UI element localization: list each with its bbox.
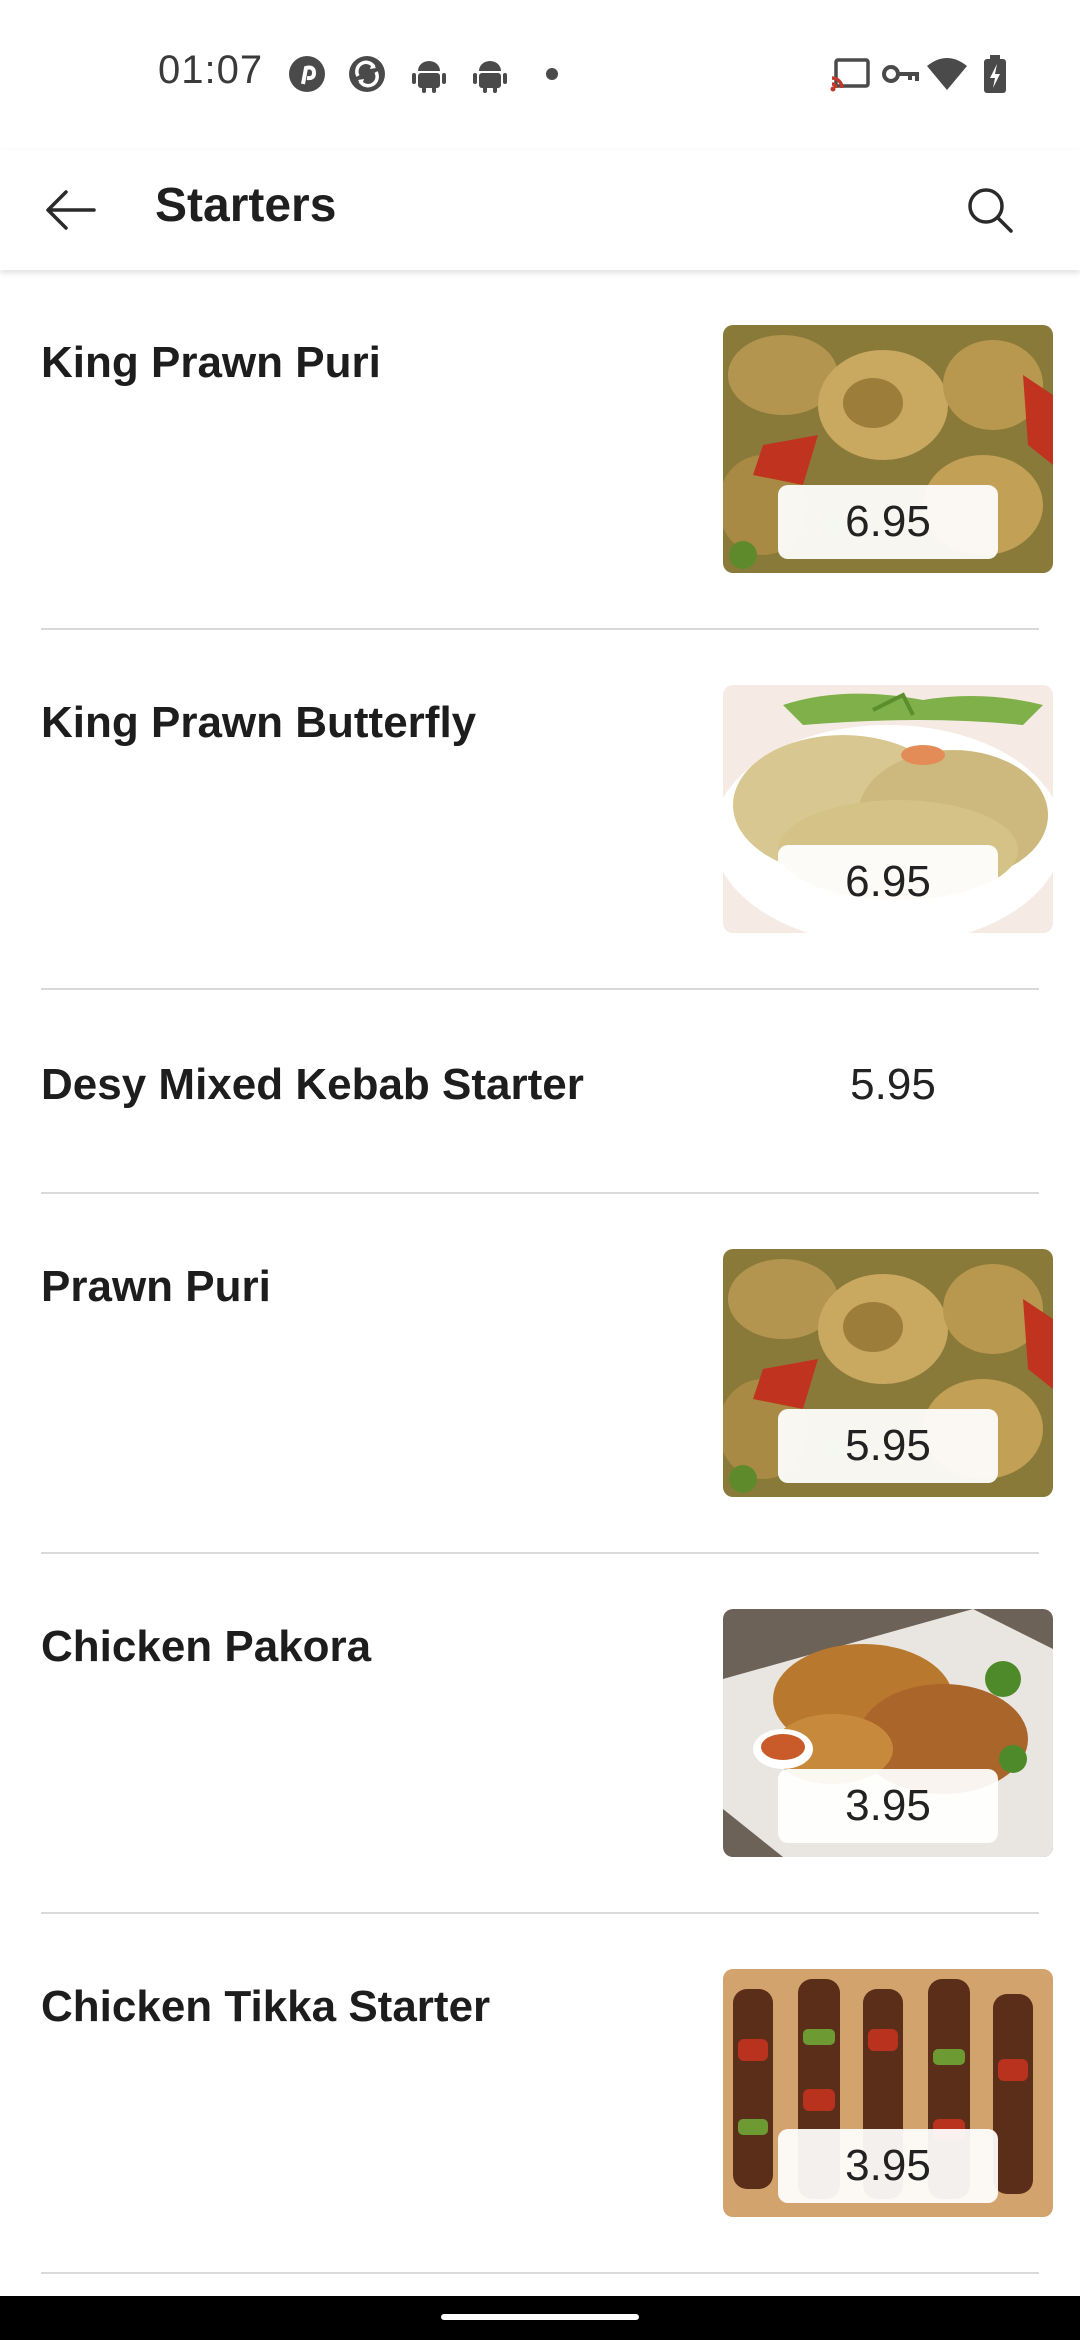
price-badge: 5.95	[778, 1409, 998, 1483]
item-image: 3.95	[723, 1969, 1053, 2217]
arrow-back-icon	[46, 190, 96, 230]
wifi-icon	[927, 58, 967, 90]
search-icon	[968, 188, 1013, 233]
cast-icon	[830, 58, 870, 92]
divider	[41, 2272, 1039, 2274]
list-item[interactable]: Prawn Puri 5.95	[0, 1194, 1080, 1554]
list-item[interactable]: Chicken Tikka Starter 3.95	[0, 1914, 1080, 2274]
price-badge: 3.95	[778, 2129, 998, 2203]
page-title: Starters	[155, 179, 337, 232]
pinterest-icon	[289, 56, 325, 92]
list-item[interactable]: Chicken Pakora 3.95	[0, 1554, 1080, 1914]
dot-icon	[546, 68, 558, 80]
status-bar: 01:07	[0, 0, 1080, 150]
price-badge: 3.95	[778, 1769, 998, 1843]
item-name: King Prawn Butterfly	[41, 698, 477, 747]
android-icon	[473, 61, 507, 93]
back-button[interactable]	[30, 175, 110, 245]
item-name: Chicken Pakora	[41, 1622, 372, 1671]
item-name: Desy Mixed Kebab Starter	[41, 1060, 584, 1109]
item-image: 5.95	[723, 1249, 1053, 1497]
battery-charging-icon	[984, 55, 1006, 93]
list-item[interactable]: King Prawn Butterfly 6.95	[0, 630, 1080, 990]
app-bar: Starters	[0, 150, 1080, 270]
android-icon	[412, 61, 446, 93]
item-name: Prawn Puri	[41, 1262, 271, 1311]
item-image: 6.95	[723, 685, 1053, 933]
item-price: 5.95	[850, 1060, 936, 1109]
price-badge: 6.95	[778, 845, 998, 919]
vpn-key-icon	[882, 65, 919, 83]
price-badge: 6.95	[778, 485, 998, 559]
navigation-bar	[0, 2296, 1080, 2340]
item-name: Chicken Tikka Starter	[41, 1982, 491, 2031]
home-gesture-handle[interactable]	[441, 2314, 639, 2320]
item-image: 6.95	[723, 325, 1053, 573]
menu-list: King Prawn Puri 6.95 King Prawn Butterfl…	[0, 270, 1080, 2274]
list-item[interactable]: Desy Mixed Kebab Starter 5.95	[0, 990, 1080, 1194]
item-name: King Prawn Puri	[41, 338, 381, 387]
item-image: 3.95	[723, 1609, 1053, 1857]
list-item[interactable]: King Prawn Puri 6.95	[0, 270, 1080, 630]
status-time: 01:07	[158, 48, 264, 92]
search-button[interactable]	[950, 175, 1030, 245]
sync-icon	[349, 56, 385, 92]
